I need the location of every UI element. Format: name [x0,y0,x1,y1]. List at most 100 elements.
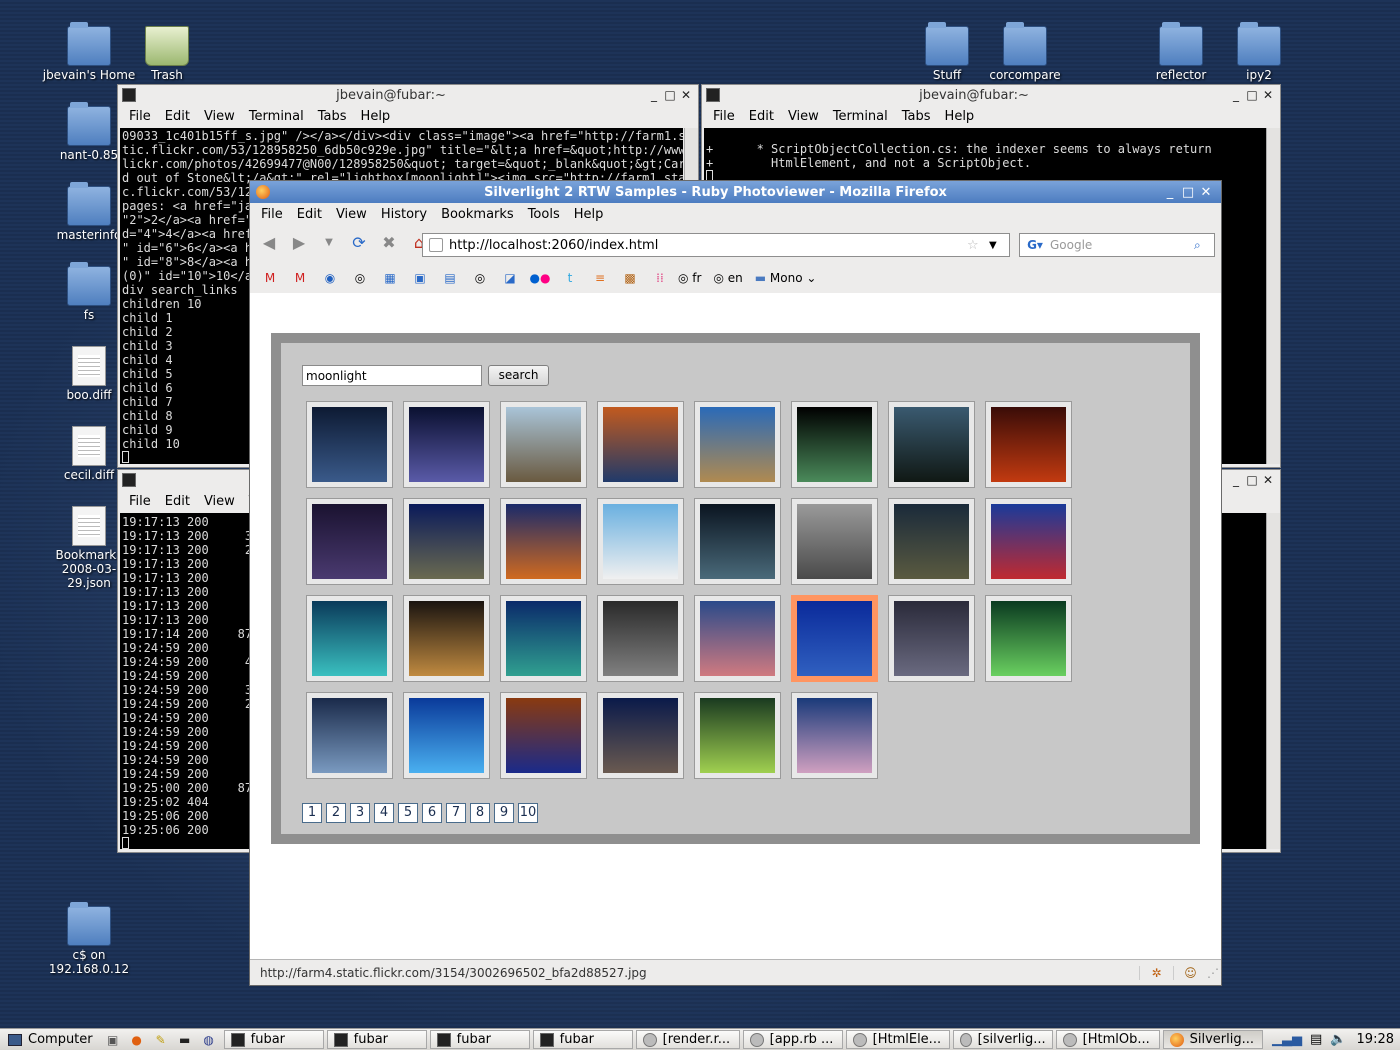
notes-icon[interactable]: ▤ [1310,1032,1322,1047]
minimize-icon[interactable]: _ [1161,185,1179,200]
twitter-icon[interactable]: t [558,269,582,287]
photo-thumbnail[interactable] [306,595,393,682]
photo-thumbnail[interactable] [985,595,1072,682]
menu-item[interactable]: Edit [158,109,197,124]
volume-icon[interactable]: 🔈 [1330,1032,1346,1047]
forward-icon[interactable]: ▶ [286,230,312,254]
maximize-icon[interactable]: □ [1179,185,1197,200]
taskbar-button[interactable]: [silverlig... [952,1030,1053,1049]
photo-thumbnail[interactable] [500,692,587,779]
addon-icon[interactable]: ☺ [1173,965,1207,980]
terminal-2-titlebar[interactable]: jbevain@fubar:~ _ □ ✕ [702,85,1280,105]
menu-item[interactable]: Bookmarks [434,207,521,222]
photo-thumbnail[interactable] [403,498,490,585]
gmail-icon[interactable]: M [258,269,282,287]
photo-thumbnail[interactable] [985,498,1072,585]
taskbar-button[interactable]: [HtmlEle... [845,1030,950,1049]
stop-icon[interactable]: ✖ [376,230,402,254]
taskbar-button[interactable]: fubar [326,1030,427,1049]
menu-item[interactable]: View [781,109,826,124]
menu-item[interactable]: View [197,494,242,509]
photo-thumbnail[interactable] [791,401,878,488]
page-link[interactable]: 8 [470,803,490,823]
close-icon[interactable]: ✕ [1260,473,1276,487]
firefox-window[interactable]: Silverlight 2 RTW Samples - Ruby Photovi… [249,180,1222,986]
firefox-titlebar[interactable]: Silverlight 2 RTW Samples - Ruby Photovi… [250,181,1221,203]
terminal-2-scrollbar[interactable] [1266,128,1280,464]
photo-thumbnail[interactable] [403,692,490,779]
grid-icon[interactable]: ▩ [618,269,642,287]
search-bar[interactable]: G▾ Google ⌕ [1019,233,1215,257]
globe-icon[interactable]: ◍ [197,1031,221,1049]
chart-icon[interactable]: ▤ [438,269,462,287]
terminal-launcher-icon[interactable]: ▬ [173,1031,197,1049]
bookmark-folder-mono[interactable]: ▬ Mono ⌄ [755,271,817,285]
stackoverflow-icon[interactable]: ≡ [588,269,612,287]
taskbar-button[interactable]: fubar [223,1030,324,1049]
terminal-1-titlebar[interactable]: jbevain@fubar:~ _ □ ✕ [118,85,698,105]
firebug-icon[interactable]: ✲ [1139,965,1173,980]
back-icon[interactable]: ◀ [256,230,282,254]
bookmark-icon[interactable]: ◎ [468,269,492,287]
photo-thumbnail[interactable] [306,692,393,779]
firefox-launcher-icon[interactable]: ● [125,1031,149,1049]
photo-thumbnail[interactable] [985,401,1072,488]
minimize-icon[interactable]: _ [1228,473,1244,487]
menu-item[interactable]: Terminal [242,109,311,124]
photo-thumbnail[interactable] [888,401,975,488]
photo-thumbnail[interactable] [694,595,781,682]
page-link[interactable]: 3 [350,803,370,823]
close-icon[interactable]: ✕ [678,88,694,102]
menu-item[interactable]: File [706,109,742,124]
computer-menu[interactable]: Computer [0,1032,101,1047]
photo-thumbnail[interactable] [306,401,393,488]
history-dropdown-icon[interactable]: ▼ [316,230,342,254]
desktop-icon[interactable]: Trash [119,26,215,82]
maximize-icon[interactable]: □ [662,88,678,102]
search-icon[interactable]: ⌕ [1194,238,1214,253]
maximize-icon[interactable]: □ [1244,88,1260,102]
close-icon[interactable]: ✕ [1197,185,1215,200]
gmail-icon[interactable]: M [288,269,312,287]
bookmark-star-icon[interactable]: ☆ [967,238,989,253]
minimize-icon[interactable]: _ [1228,88,1244,102]
photo-thumbnail[interactable] [597,692,684,779]
menu-item[interactable]: File [122,494,158,509]
photo-thumbnail[interactable] [500,595,587,682]
taskbar-button[interactable]: [HtmlOb... [1055,1030,1160,1049]
bookmark-en[interactable]: ◎ en [713,271,742,285]
photo-thumbnail[interactable] [597,401,684,488]
page-link[interactable]: 4 [374,803,394,823]
maximize-icon[interactable]: □ [1244,473,1260,487]
page-link[interactable]: 10 [518,803,538,823]
menu-item[interactable]: Help [567,207,611,222]
desktop-icon[interactable]: c$ on 192.168.0.12 [41,902,137,976]
photo-thumbnail[interactable] [791,498,878,585]
desktop-icon[interactable]: ipy2 [1211,22,1307,82]
url-dropdown-icon[interactable]: ▼ [989,240,1009,251]
search-input[interactable]: Google [1050,238,1194,252]
menu-item[interactable]: File [122,109,158,124]
search-button[interactable]: search [488,365,549,386]
file-manager-icon[interactable]: ▣ [101,1031,125,1049]
taskbar-button[interactable]: Silverlig... [1162,1030,1263,1049]
page-link[interactable]: 9 [494,803,514,823]
menu-item[interactable]: File [254,207,290,222]
photo-thumbnail[interactable] [597,498,684,585]
photo-thumbnail[interactable] [888,498,975,585]
menu-item[interactable]: Edit [290,207,329,222]
page-link[interactable]: 2 [326,803,346,823]
photo-thumbnail[interactable] [597,595,684,682]
menu-item[interactable]: Tools [521,207,567,222]
menu-item[interactable]: View [197,109,242,124]
search-engine-icon[interactable]: G▾ [1020,238,1050,252]
menu-item[interactable]: Terminal [826,109,895,124]
menu-item[interactable]: Edit [742,109,781,124]
url-bar[interactable]: http://localhost:2060/index.html ☆ ▼ [422,233,1010,257]
page-link[interactable]: 1 [302,803,322,823]
taskbar-button[interactable]: [render.r... [635,1030,740,1049]
taskbar-button[interactable]: fubar [429,1030,530,1049]
page-link[interactable]: 7 [446,803,466,823]
resize-grip-icon[interactable]: ⋰ [1207,966,1221,980]
page-link[interactable]: 6 [422,803,442,823]
